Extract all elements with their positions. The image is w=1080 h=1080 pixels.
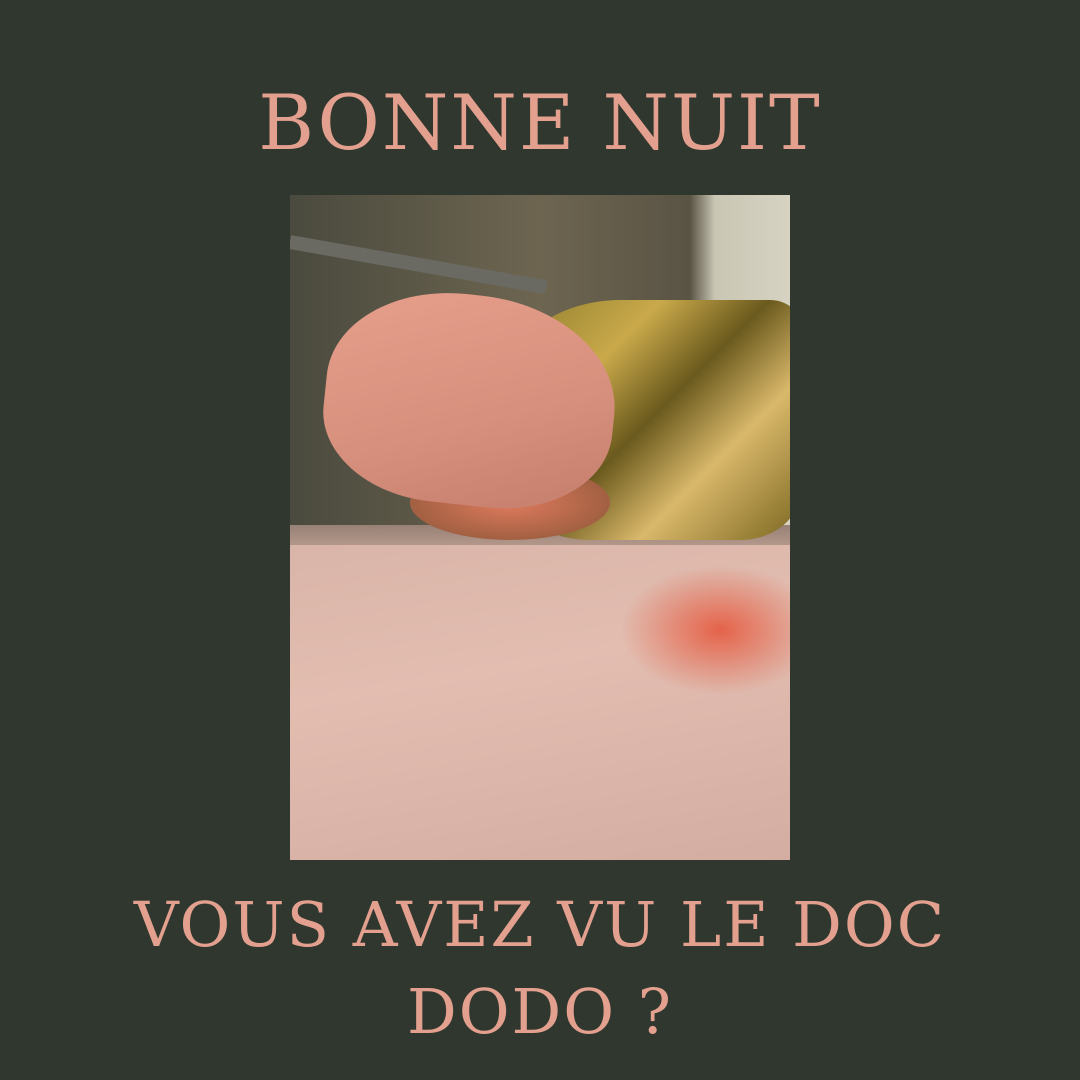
caption-line-2: DODO ? — [406, 975, 674, 1048]
photo-red-light — [620, 565, 790, 695]
photo-person-sleeping-under-hood — [290, 195, 790, 860]
caption-line-1: VOUS AVEZ VU LE DOC — [133, 888, 947, 961]
headline: BONNE NUIT — [258, 78, 822, 167]
